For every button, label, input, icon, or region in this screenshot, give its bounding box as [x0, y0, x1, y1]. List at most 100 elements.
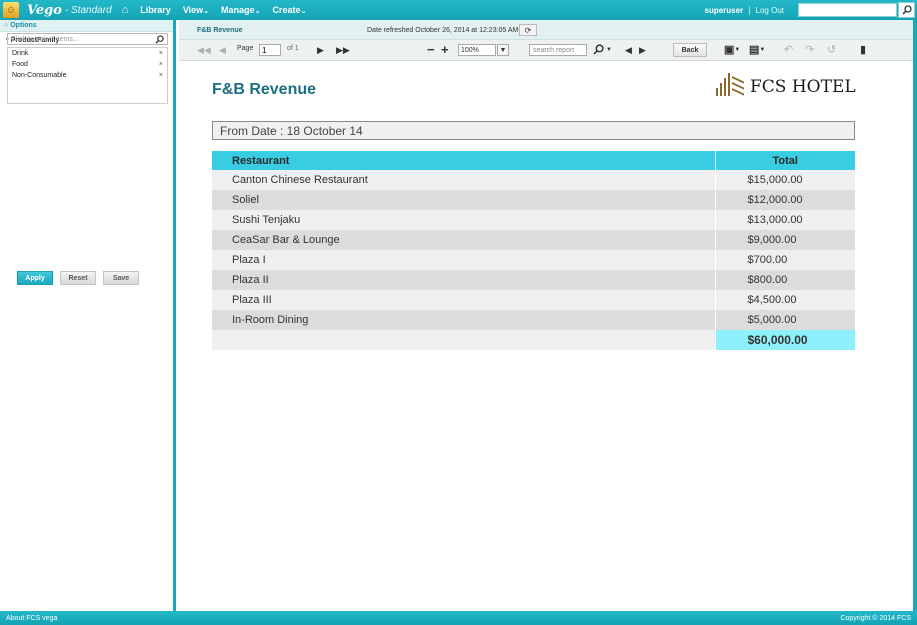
previous-page-icon[interactable]: ◀ — [219, 45, 226, 56]
revenue-table: Restaurant Total Canton Chinese Restaura… — [212, 151, 855, 350]
table-header-row: Restaurant Total — [212, 151, 855, 170]
list-item: Non-Consumable × — [12, 72, 163, 79]
about-link[interactable]: About FCS vega — [6, 615, 57, 622]
search-button[interactable] — [898, 2, 915, 18]
apply-button[interactable]: Apply — [17, 271, 53, 285]
search-icon[interactable] — [155, 34, 164, 44]
page-count: of 1 — [287, 45, 299, 52]
total-cell: $4,500.00 — [715, 290, 855, 310]
select-placeholder: Click to select items... — [11, 35, 79, 43]
username[interactable]: superuser — [705, 6, 744, 15]
hotel-name: FCS HOTEL — [750, 77, 856, 97]
total-cell: $9,000.00 — [715, 230, 855, 250]
table-row: Plaza I $700.00 — [212, 250, 855, 270]
find-previous-icon[interactable]: ◀ — [625, 45, 632, 56]
search-report-input[interactable]: search report — [529, 44, 587, 56]
grand-total-label-cell — [212, 330, 716, 350]
list-item: Drink × — [12, 50, 163, 57]
table-row: Canton Chinese Restaurant $15,000.00 — [212, 170, 855, 190]
chevron-down-icon: ⌄ — [203, 8, 210, 15]
options-buttons: Apply Reset Save — [17, 271, 139, 285]
page-label: Page — [237, 45, 254, 52]
back-button[interactable]: Back — [673, 43, 707, 57]
restaurant-cell: In-Room Dining — [212, 310, 716, 330]
first-page-icon[interactable]: ◀◀ — [197, 45, 211, 56]
global-search-input[interactable] — [798, 3, 897, 17]
redo-icon[interactable]: ↷ — [805, 43, 814, 56]
report-toolbar: ◀◀ ◀ Page of 1 ▶ ▶▶ − + 100% ▼ search re… — [179, 40, 913, 61]
hotel-emblem-icon — [714, 72, 746, 102]
refresh-timestamp: Date refreshed October 26, 2014 at 12:23… — [367, 27, 519, 34]
save-report-icon[interactable]: ▣ ▼ — [724, 43, 740, 56]
page-number-input[interactable] — [259, 44, 281, 56]
refresh-icon: ⟳ — [524, 25, 532, 35]
restaurant-cell: Plaza II — [212, 270, 716, 290]
total-cell: $15,000.00 — [715, 170, 855, 190]
last-page-icon[interactable]: ▶▶ — [336, 45, 350, 56]
find-next-icon[interactable]: ▶ — [639, 45, 646, 56]
table-row: In-Room Dining $5,000.00 — [212, 310, 855, 330]
zoom-out-icon[interactable]: − — [427, 42, 435, 57]
grand-total-row: $60,000.00 — [212, 330, 855, 350]
topbar-user-area: superuser | Log Out — [705, 0, 917, 20]
report-titlebar: F&B Revenue Date refreshed October 26, 2… — [179, 20, 913, 40]
bookmark-icon[interactable]: ▮ — [860, 43, 866, 56]
report-tab[interactable]: F&B Revenue — [197, 27, 243, 34]
column-header-restaurant: Restaurant — [212, 151, 716, 170]
next-page-icon[interactable]: ▶ — [317, 45, 324, 56]
options-header[interactable]: ○ Options — [0, 20, 173, 32]
table-row: Soliel $12,000.00 — [212, 190, 855, 210]
remove-icon[interactable]: × — [159, 72, 163, 79]
collapse-icon[interactable]: ○ — [4, 22, 8, 29]
restaurant-cell: Soliel — [212, 190, 716, 210]
restaurant-cell: Plaza I — [212, 250, 716, 270]
search-icon — [901, 5, 912, 15]
footer-bar: About FCS vega Copyright © 2014 FCS — [0, 611, 917, 625]
save-button[interactable]: Save — [103, 271, 139, 285]
total-cell: $700.00 — [715, 250, 855, 270]
refresh-button[interactable]: ⟳ — [519, 24, 537, 36]
nav-library[interactable]: Library — [140, 5, 171, 15]
top-navigation-bar: ☺ Vego - Standard ⌂ Library View⌄ Manage… — [0, 0, 917, 20]
zoom-select[interactable]: 100% — [458, 44, 496, 56]
zoom-in-icon[interactable]: + — [441, 42, 449, 57]
home-icon[interactable]: ⌂ — [122, 4, 129, 16]
restaurant-cell: Canton Chinese Restaurant — [212, 170, 716, 190]
report-title: F&B Revenue — [212, 81, 317, 98]
list-item: Food × — [12, 61, 163, 68]
from-date-filter: From Date : 18 October 14 — [212, 121, 855, 140]
search-icon — [593, 44, 604, 55]
app-logo-icon[interactable]: ☺ — [3, 2, 19, 18]
separator: | — [748, 5, 751, 15]
copyright-text: Copyright © 2014 FCS — [840, 614, 911, 622]
nav-create[interactable]: Create⌄ — [272, 5, 306, 15]
brand-name: Vego — [27, 2, 62, 18]
nav-manage[interactable]: Manage⌄ — [221, 5, 260, 15]
export-icon[interactable]: ▤ ▼ — [749, 43, 765, 56]
nav-view[interactable]: View⌄ — [183, 5, 209, 15]
product-family-select[interactable]: Click to select items... — [7, 33, 168, 45]
restaurant-cell: Plaza III — [212, 290, 716, 310]
total-cell: $13,000.00 — [715, 210, 855, 230]
remove-icon[interactable]: × — [159, 50, 163, 57]
hotel-logo: FCS HOTEL — [714, 72, 856, 102]
table-row: Plaza III $4,500.00 — [212, 290, 855, 310]
total-cell: $800.00 — [715, 270, 855, 290]
column-header-total: Total — [715, 151, 855, 170]
table-row: CeaSar Bar & Lounge $9,000.00 — [212, 230, 855, 250]
options-panel: ○ Options * ProductFamily Click to selec… — [0, 20, 176, 611]
chevron-down-icon[interactable]: ▼ — [606, 47, 612, 53]
reset-icon[interactable]: ↺ — [827, 43, 836, 56]
search-report-button[interactable]: ▼ — [593, 44, 612, 55]
chevron-down-icon[interactable]: ▼ — [497, 44, 509, 56]
chevron-down-icon: ⌄ — [254, 8, 261, 15]
table-row: Plaza II $800.00 — [212, 270, 855, 290]
selected-items-list: Drink × Food × Non-Consumable × — [7, 47, 168, 104]
remove-icon[interactable]: × — [159, 61, 163, 68]
undo-icon[interactable]: ↶ — [784, 43, 793, 56]
logout-link[interactable]: Log Out — [756, 6, 784, 15]
total-cell: $5,000.00 — [715, 310, 855, 330]
grand-total-cell: $60,000.00 — [715, 330, 855, 350]
reset-button[interactable]: Reset — [60, 271, 96, 285]
total-cell: $12,000.00 — [715, 190, 855, 210]
